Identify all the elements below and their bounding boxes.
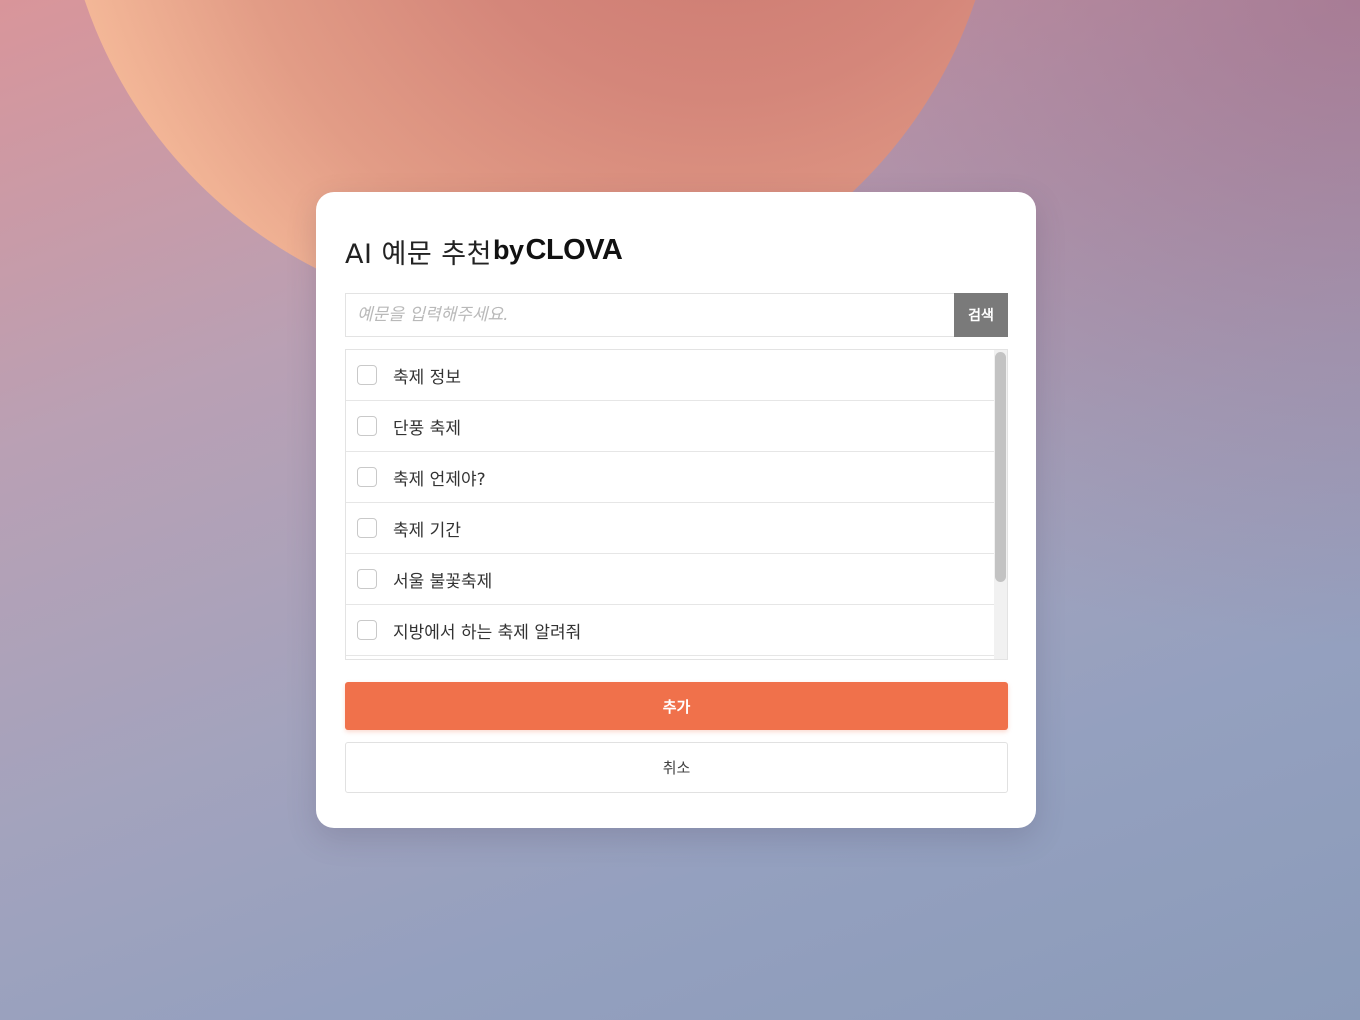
brand-name: CLOVA xyxy=(525,234,623,266)
list-item[interactable]: 축제 정보 xyxy=(346,350,995,401)
dialog-title: AI 예문 추천 xyxy=(345,239,492,270)
list-item-label: 축제 기간 xyxy=(393,520,461,541)
brand-by: by xyxy=(493,235,524,265)
list-item[interactable]: 단풍 축제 xyxy=(346,401,995,452)
search-button[interactable]: 검색 xyxy=(954,293,1008,337)
list-item[interactable]: 축제 기간 xyxy=(346,503,995,554)
list-item[interactable]: 서울 불꽃축제 xyxy=(346,554,995,605)
list-item[interactable]: 축제 언제야? xyxy=(346,452,995,503)
list-item[interactable]: 지방에서 하는 축제 알려줘 xyxy=(346,605,995,656)
scrollbar-thumb[interactable] xyxy=(995,352,1006,582)
cancel-button[interactable]: 취소 xyxy=(345,742,1008,793)
ai-suggestion-dialog: AI 예문 추천 byCLOVA 검색 축제 정보 단풍 축제 축제 언제야? … xyxy=(316,192,1036,828)
checkbox[interactable] xyxy=(357,365,377,385)
checkbox[interactable] xyxy=(357,416,377,436)
list-item-label: 축제 정보 xyxy=(393,367,461,388)
list-item-label: 지방에서 하는 축제 알려줘 xyxy=(393,622,582,643)
checkbox[interactable] xyxy=(357,620,377,640)
list-item-label: 단풍 축제 xyxy=(393,418,461,439)
add-button[interactable]: 추가 xyxy=(345,682,1008,730)
checkbox[interactable] xyxy=(357,569,377,589)
search-input[interactable] xyxy=(346,294,954,336)
checkbox[interactable] xyxy=(357,518,377,538)
search-bar: 검색 xyxy=(345,293,1008,337)
scrollbar-track[interactable] xyxy=(994,350,1007,659)
list-item-label: 서울 불꽃축제 xyxy=(393,571,493,592)
suggestion-list[interactable]: 축제 정보 단풍 축제 축제 언제야? 축제 기간 서울 불꽃축제 지방에서 하… xyxy=(345,349,1008,660)
brand-logo: byCLOVA xyxy=(493,234,623,267)
list-item-label: 축제 언제야? xyxy=(393,469,486,490)
checkbox[interactable] xyxy=(357,467,377,487)
